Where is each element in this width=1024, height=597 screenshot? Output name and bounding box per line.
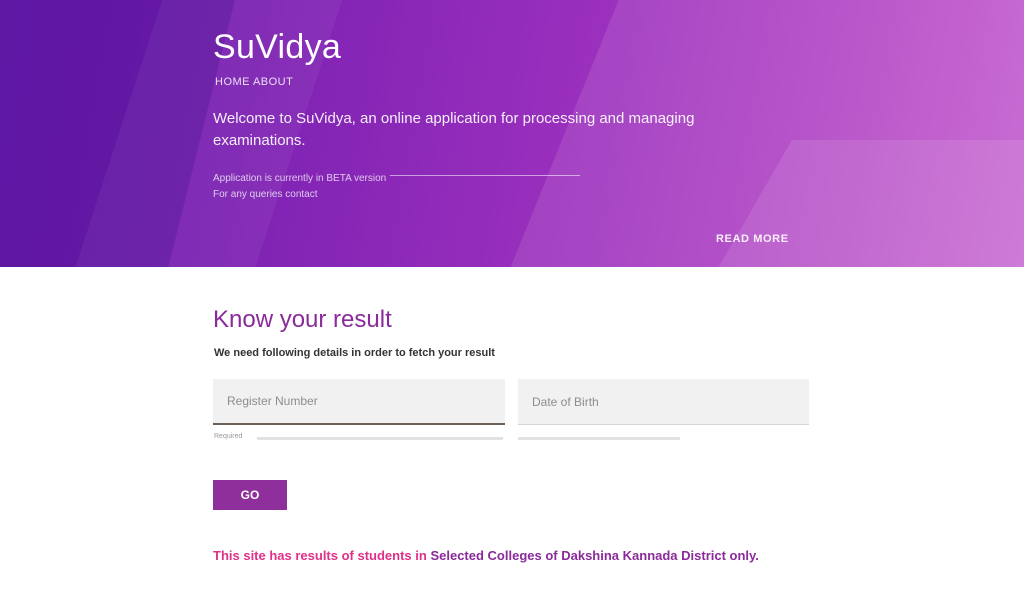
hero-decoration [0, 0, 245, 267]
hero-nav-links[interactable]: HOME ABOUT [215, 76, 293, 88]
date-of-birth-underline [518, 437, 680, 440]
app-title: SuVidya [213, 28, 342, 66]
register-number-underline [257, 437, 503, 440]
hero-note-line-1: Application is currently in BETA version [213, 173, 387, 184]
hero-description: Welcome to SuVidya, an online applicatio… [213, 110, 695, 149]
hero-banner: SuVidya HOME ABOUT Welcome to SuVidya, a… [0, 0, 1024, 267]
register-number-field[interactable] [213, 379, 505, 425]
register-number-helper: Required [214, 433, 243, 440]
disclaimer-highlight: This site has results of students in [213, 548, 427, 563]
read-more-link[interactable]: READ MORE [716, 233, 789, 245]
date-of-birth-input[interactable] [518, 379, 809, 424]
hero-decoration [688, 140, 1024, 267]
register-number-input[interactable] [213, 379, 505, 423]
hero-note-line-2: For any queries contact [213, 189, 318, 200]
hero-divider [390, 175, 580, 176]
section-title: Know your result [213, 306, 392, 333]
disclaimer-rest: Selected Colleges of Dakshina Kannada Di… [430, 548, 759, 563]
go-button[interactable]: GO [213, 480, 287, 510]
disclaimer-text: This site has results of students in Sel… [213, 545, 813, 566]
date-of-birth-field[interactable] [518, 379, 809, 425]
section-subtitle: We need following details in order to fe… [214, 347, 495, 359]
